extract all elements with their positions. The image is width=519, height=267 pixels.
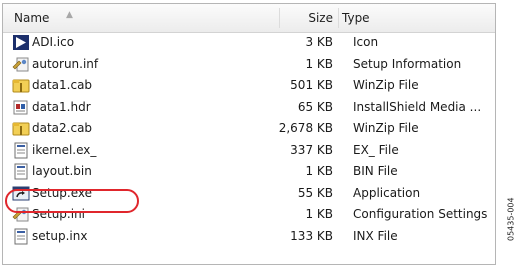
- file-type: INX File: [353, 228, 398, 243]
- file-type: Setup Information: [353, 56, 462, 71]
- file-name: setup.inx: [32, 228, 88, 243]
- file-type: Application: [353, 185, 421, 200]
- winzip-icon: [12, 120, 30, 137]
- file-row[interactable]: data1.cab 501 KB WinZip File: [3, 75, 495, 97]
- file-size: 501 KB: [290, 78, 333, 92]
- file-row[interactable]: data2.cab 2,678 KB WinZip File: [3, 118, 495, 140]
- file-list-window: Name ▲ Size Type ADI.ico 3 KB Icon autor…: [2, 3, 496, 265]
- generic-file-icon: [12, 163, 30, 180]
- file-type: Icon: [353, 35, 379, 49]
- file-name: data1.hdr: [32, 99, 91, 114]
- column-type-header[interactable]: Type: [342, 11, 370, 25]
- column-size-header[interactable]: Size: [308, 11, 333, 25]
- winzip-icon: [12, 77, 30, 94]
- file-size: 3 KB: [305, 35, 333, 49]
- sort-ascending-icon: ▲: [66, 10, 73, 20]
- setup-exe-highlight-circle: [5, 189, 139, 213]
- setup-info-icon: [12, 56, 30, 73]
- figure-code: 05435-004: [507, 197, 516, 241]
- file-size: 337 KB: [290, 142, 333, 157]
- ico-file-icon: [12, 34, 30, 51]
- installshield-icon: [12, 99, 30, 116]
- file-size: 1 KB: [305, 56, 333, 71]
- file-name: ikernel.ex_: [32, 142, 97, 157]
- file-row[interactable]: setup.inx 133 KB INX File: [3, 226, 495, 248]
- file-rows: ADI.ico 3 KB Icon autorun.inf 1 KB Setup…: [3, 32, 495, 247]
- column-divider[interactable]: [279, 8, 280, 28]
- file-type: BIN File: [353, 164, 398, 178]
- file-size: 55 KB: [297, 185, 333, 200]
- file-type: Configuration Settings: [353, 207, 488, 221]
- file-name: layout.bin: [32, 164, 92, 178]
- file-size: 65 KB: [297, 99, 333, 114]
- file-name: data1.cab: [32, 78, 93, 92]
- file-name: autorun.inf: [32, 56, 99, 71]
- file-name: ADI.ico: [32, 35, 75, 49]
- file-row[interactable]: ADI.ico 3 KB Icon: [3, 32, 495, 54]
- file-type: InstallShield Media ...: [353, 99, 482, 114]
- generic-file-icon: [12, 228, 30, 245]
- file-size: 133 KB: [290, 228, 333, 243]
- file-size: 2,678 KB: [278, 121, 333, 135]
- column-name-header[interactable]: Name: [14, 11, 49, 25]
- column-divider[interactable]: [338, 8, 339, 28]
- file-type: WinZip File: [353, 78, 419, 92]
- file-row[interactable]: autorun.inf 1 KB Setup Information: [3, 54, 495, 76]
- file-name: data2.cab: [32, 121, 93, 135]
- column-header: Name ▲ Size Type: [3, 4, 495, 33]
- generic-file-icon: [12, 142, 30, 159]
- file-type: EX_ File: [353, 142, 399, 157]
- file-row[interactable]: data1.hdr 65 KB InstallShield Media ...: [3, 97, 495, 119]
- file-size: 1 KB: [305, 207, 333, 221]
- file-row[interactable]: layout.bin 1 KB BIN File: [3, 161, 495, 183]
- file-size: 1 KB: [305, 164, 333, 178]
- file-row[interactable]: ikernel.ex_ 337 KB EX_ File: [3, 140, 495, 162]
- file-type: WinZip File: [353, 121, 419, 135]
